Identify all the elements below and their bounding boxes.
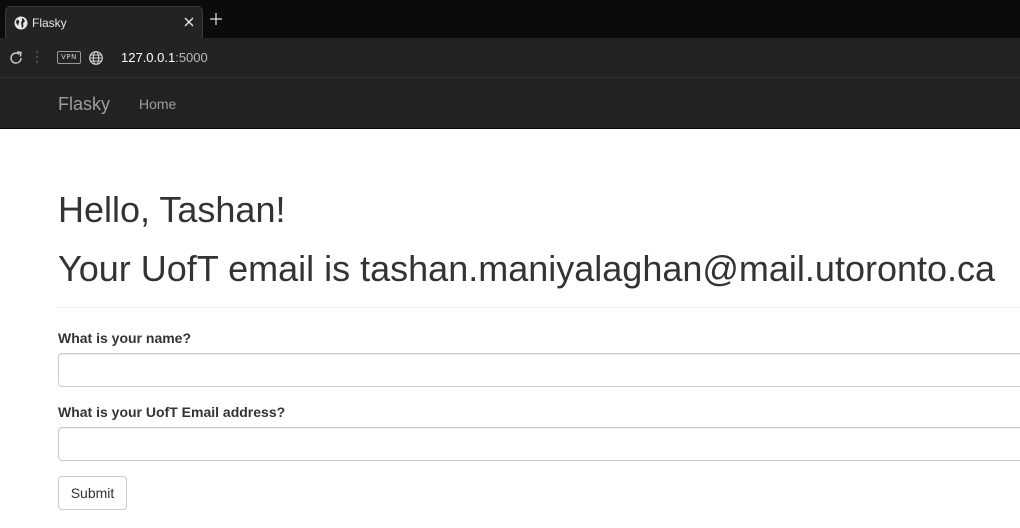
email-label: What is your UofT Email address? [58, 404, 286, 420]
site-navbar: Flasky Home [0, 78, 1020, 129]
browser-tab[interactable]: Flasky [5, 6, 203, 38]
menu-dots-icon[interactable] [36, 50, 38, 64]
url-host: 127.0.0.1 [121, 50, 176, 65]
navbar-brand[interactable]: Flasky [58, 94, 110, 115]
name-input[interactable] [58, 353, 1020, 387]
email-input[interactable] [58, 427, 1020, 461]
header-divider [58, 307, 1020, 308]
reload-icon[interactable] [8, 50, 24, 66]
vpn-badge[interactable]: VPN [57, 51, 81, 64]
browser-tab-strip: Flasky [0, 0, 1020, 38]
globe-icon[interactable] [88, 50, 104, 66]
tab-title: Flasky [32, 16, 67, 30]
url-port: :5000 [175, 50, 208, 65]
globe-favicon-icon [14, 16, 28, 30]
nav-item-home[interactable]: Home [139, 96, 176, 112]
close-icon[interactable] [182, 15, 196, 29]
submit-button[interactable]: Submit [58, 476, 127, 510]
address-bar: VPN 127.0.0.1:5000 [0, 38, 1020, 78]
url-field[interactable]: 127.0.0.1:5000 [121, 50, 208, 65]
email-heading: Your UofT email is tashan.maniyalaghan@m… [58, 248, 996, 289]
plus-icon[interactable] [209, 12, 223, 26]
greeting-heading: Hello, Tashan! [58, 189, 286, 230]
name-label: What is your name? [58, 330, 192, 346]
